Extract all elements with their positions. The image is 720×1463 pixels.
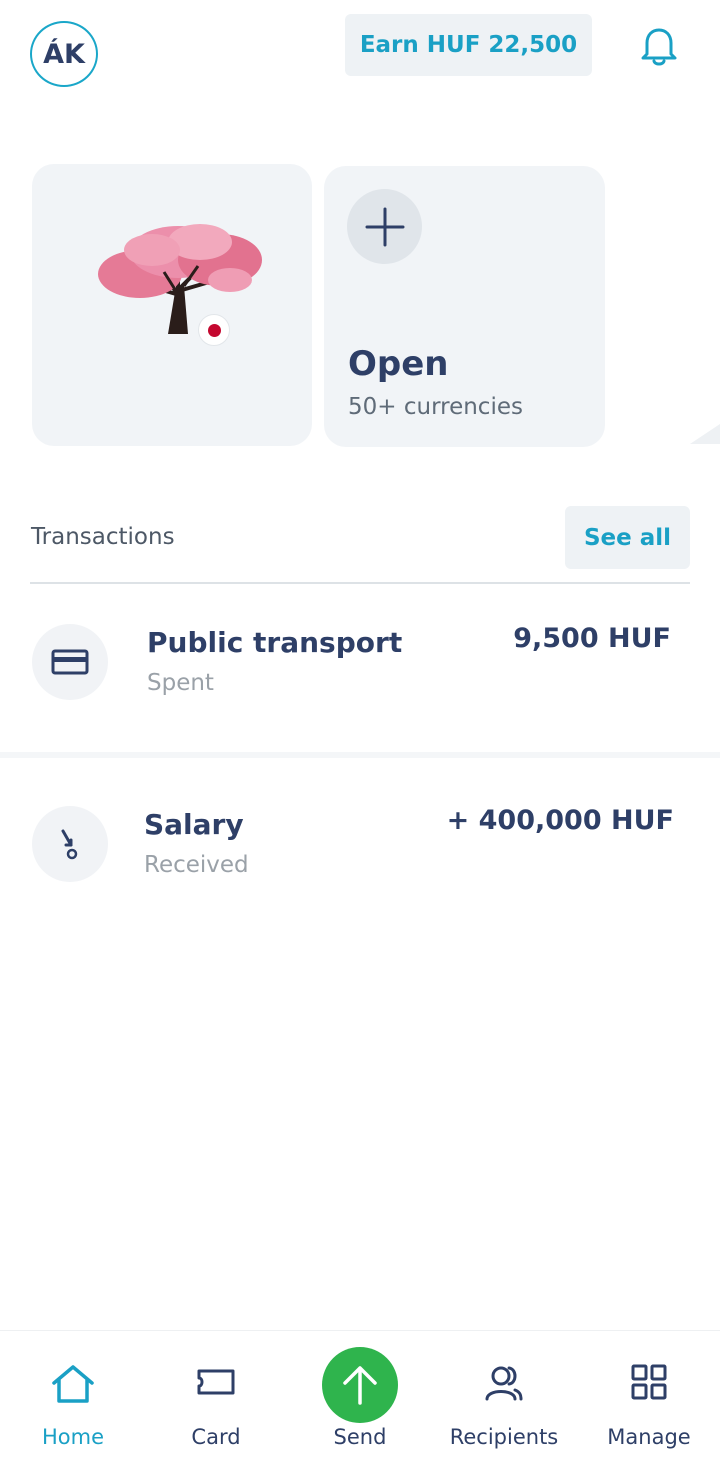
nav-card[interactable]: Card bbox=[151, 1331, 281, 1463]
avatar-initials: ÁK bbox=[43, 38, 85, 70]
row-separator bbox=[0, 752, 720, 758]
transactions-heading: Transactions bbox=[31, 524, 175, 550]
japan-flag-icon bbox=[198, 314, 230, 346]
transaction-status: Spent bbox=[147, 670, 214, 696]
nav-home-label: Home bbox=[41, 1425, 104, 1449]
avatar[interactable]: ÁK bbox=[30, 21, 98, 87]
open-title: Open bbox=[348, 344, 449, 384]
transaction-row[interactable]: Public transport Spent 9,500 HUF bbox=[0, 596, 720, 746]
card-icon bbox=[197, 1369, 235, 1395]
transaction-title: Public transport bbox=[147, 626, 403, 659]
plus-icon bbox=[347, 189, 422, 264]
earn-rewards-button[interactable]: Earn HUF 22,500 bbox=[345, 14, 592, 76]
people-icon bbox=[485, 1366, 523, 1401]
incoming-arrow-icon bbox=[32, 806, 108, 882]
nav-recipients-label: Recipients bbox=[449, 1425, 559, 1449]
open-balance-tile[interactable]: Open 50+ currencies bbox=[324, 166, 605, 447]
divider bbox=[30, 582, 690, 584]
arrow-up-icon bbox=[322, 1347, 398, 1423]
open-subtitle: 50+ currencies bbox=[348, 394, 523, 420]
nav-card-label: Card bbox=[191, 1425, 241, 1449]
transaction-amount: 9,500 HUF bbox=[513, 623, 671, 654]
see-all-button[interactable]: See all bbox=[565, 506, 690, 569]
transaction-row[interactable]: Salary Received + 400,000 HUF bbox=[0, 778, 720, 928]
nav-recipients[interactable]: Recipients bbox=[439, 1331, 569, 1463]
earn-label: Earn HUF 22,500 bbox=[359, 32, 578, 58]
home-icon bbox=[52, 1365, 94, 1403]
cherry-blossom-illustration bbox=[98, 224, 262, 334]
nav-manage-label: Manage bbox=[607, 1425, 691, 1449]
grid-icon bbox=[631, 1364, 667, 1400]
see-all-label: See all bbox=[583, 524, 672, 551]
nav-home[interactable]: Home bbox=[8, 1331, 138, 1463]
nav-send-label: Send bbox=[333, 1425, 387, 1449]
nav-send[interactable]: Send bbox=[295, 1331, 425, 1463]
next-tile-edge bbox=[690, 424, 720, 444]
card-icon bbox=[32, 624, 108, 700]
bottom-nav: Home Card Send Recipients Manage bbox=[0, 1330, 720, 1463]
nav-manage[interactable]: Manage bbox=[584, 1331, 714, 1463]
transaction-title: Salary bbox=[144, 808, 244, 841]
transaction-status: Received bbox=[144, 852, 249, 878]
currency-balance-tile[interactable] bbox=[32, 164, 312, 446]
bell-icon[interactable] bbox=[636, 24, 682, 68]
transaction-amount: + 400,000 HUF bbox=[446, 805, 674, 836]
